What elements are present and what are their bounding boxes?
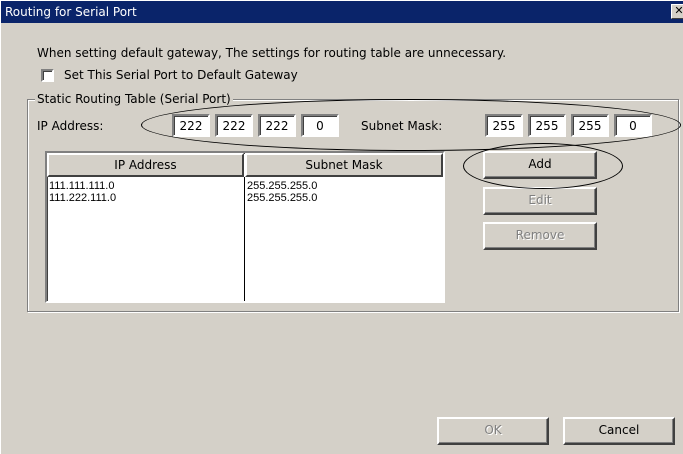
remove-button[interactable]: Remove — [483, 222, 597, 250]
table-cell-mask[interactable]: 255.255.255.0 — [247, 192, 317, 204]
mask-octet-4[interactable] — [614, 114, 652, 137]
mask-octet-2[interactable] — [528, 114, 566, 137]
add-button[interactable]: Add — [483, 151, 597, 179]
title-bar: Routing for Serial Port ✕ — [1, 1, 683, 23]
cancel-button[interactable]: Cancel — [563, 417, 675, 445]
ok-button[interactable]: OK — [437, 417, 549, 445]
table-cell-ip[interactable]: 111.222.111.0 — [49, 192, 116, 204]
table-cell-ip[interactable]: 111.111.111.0 — [49, 180, 114, 192]
close-icon[interactable]: ✕ — [671, 4, 683, 19]
edit-button[interactable]: Edit — [483, 187, 597, 215]
ip-address-label: IP Address: — [37, 119, 104, 133]
mask-octet-3[interactable] — [571, 114, 609, 137]
group-label: Static Routing Table (Serial Port) — [35, 92, 233, 106]
gateway-note: When setting default gateway, The settin… — [37, 46, 507, 60]
routing-dialog: Routing for Serial Port ✕ When setting d… — [0, 0, 683, 454]
subnet-mask-label: Subnet Mask: — [361, 119, 443, 133]
default-gateway-label[interactable]: Set This Serial Port to Default Gateway — [64, 68, 298, 82]
ip-octet-3[interactable] — [258, 114, 296, 137]
table-cell-mask[interactable]: 255.255.255.0 — [247, 180, 317, 192]
column-header-mask[interactable]: Subnet Mask — [245, 153, 443, 177]
column-divider — [244, 177, 245, 301]
window-title: Routing for Serial Port — [5, 5, 137, 19]
ip-octet-2[interactable] — [215, 114, 253, 137]
ip-octet-1[interactable] — [172, 114, 210, 137]
mask-octet-1[interactable] — [485, 114, 523, 137]
ip-octet-4[interactable] — [301, 114, 339, 137]
default-gateway-checkbox[interactable] — [41, 69, 54, 82]
column-header-ip[interactable]: IP Address — [47, 153, 244, 177]
